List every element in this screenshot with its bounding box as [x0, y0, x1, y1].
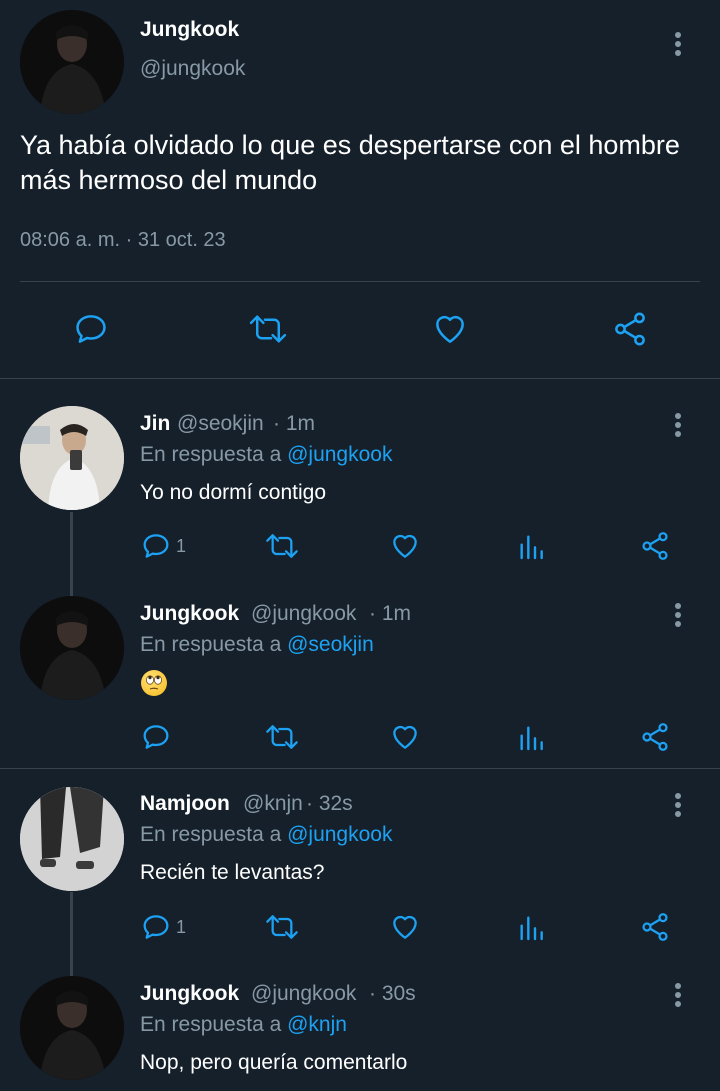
- avatar[interactable]: [20, 406, 124, 510]
- reply-button[interactable]: 1: [140, 530, 186, 562]
- reply-text: Recién te levantas?: [140, 861, 325, 884]
- like-button[interactable]: [388, 530, 422, 562]
- retweet-button[interactable]: [264, 911, 300, 943]
- retweet-icon: [249, 315, 287, 343]
- share-icon: [642, 532, 668, 560]
- mention-link[interactable]: @seokjin: [287, 633, 374, 656]
- author-name[interactable]: Jungkook: [140, 602, 239, 626]
- tweet-timestamp: 08:06 a. m. · 31 oct. 23: [20, 229, 226, 251]
- mention-link[interactable]: @jungkook: [287, 823, 392, 846]
- rolling-eyes-emoji: [141, 670, 167, 696]
- analytics-icon: [520, 535, 543, 560]
- avatar[interactable]: [20, 787, 124, 891]
- retweet-icon: [266, 915, 298, 939]
- retweet-icon: [266, 725, 298, 749]
- avatar[interactable]: [20, 596, 124, 700]
- in-reply-to: En respuesta a @knjn: [140, 1013, 347, 1036]
- reply-icon: [143, 725, 169, 749]
- avatar-photo: [20, 10, 124, 114]
- in-reply-to: En respuesta a @jungkook: [140, 443, 393, 466]
- like-button[interactable]: [430, 310, 470, 348]
- heart-icon: [436, 315, 464, 343]
- heart-icon: [393, 534, 417, 558]
- retweet-button[interactable]: [264, 530, 300, 562]
- share-icon: [642, 723, 668, 751]
- like-button[interactable]: [388, 911, 422, 943]
- avatar-photo: [20, 406, 124, 510]
- analytics-button[interactable]: [515, 530, 547, 562]
- reply-text: Nop, pero quería comentarlo: [140, 1051, 408, 1074]
- author-handle[interactable]: @knjn: [243, 792, 303, 816]
- tweet-text: Ya había olvidado lo que es despertarse …: [20, 130, 680, 195]
- heart-icon: [393, 915, 417, 939]
- reply-button[interactable]: [72, 310, 110, 348]
- author-name[interactable]: Jungkook: [140, 18, 239, 42]
- share-icon: [615, 312, 645, 346]
- share-button[interactable]: [638, 721, 672, 753]
- reply-icon: [143, 915, 169, 939]
- author-handle[interactable]: @jungkook: [251, 982, 356, 1006]
- avatar-photo: [20, 976, 124, 1080]
- reply-tweet[interactable]: Jungkook @jungkook · 1m En respuesta a @…: [0, 570, 720, 768]
- mention-link[interactable]: @jungkook: [287, 443, 392, 466]
- retweet-button[interactable]: [248, 310, 288, 348]
- author-handle[interactable]: @seokjin: [177, 412, 264, 436]
- avatar-photo: [20, 787, 124, 891]
- author-name[interactable]: Namjoon: [140, 792, 230, 816]
- author-name[interactable]: Jungkook: [140, 982, 239, 1006]
- divider: [20, 281, 700, 282]
- reply-button[interactable]: [140, 721, 172, 753]
- mention-link[interactable]: @knjn: [287, 1013, 347, 1036]
- share-button[interactable]: [610, 310, 650, 348]
- author-name[interactable]: Jin: [140, 412, 170, 436]
- author-handle[interactable]: @jungkook: [251, 602, 356, 626]
- analytics-icon: [520, 916, 543, 941]
- reply-time: · 30s: [369, 982, 416, 1005]
- reply-time: · 1m: [273, 412, 315, 435]
- share-button[interactable]: [638, 911, 672, 943]
- share-icon: [642, 913, 668, 941]
- more-vertical-icon[interactable]: [666, 980, 690, 1010]
- avatar[interactable]: [20, 10, 124, 114]
- main-tweet: Jungkook @jungkook Ya había olvidado lo …: [0, 0, 720, 378]
- more-vertical-icon[interactable]: [666, 790, 690, 820]
- like-button[interactable]: [388, 721, 422, 753]
- reply-count: 1: [176, 535, 187, 556]
- reply-tweet[interactable]: Namjoon @knjn · 32s En respuesta a @jung…: [0, 769, 720, 960]
- reply-text: Yo no dormí contigo: [140, 481, 327, 504]
- analytics-button[interactable]: [515, 911, 547, 943]
- reply-tweet[interactable]: Jin @seokjin · 1m En respuesta a @jungko…: [0, 379, 720, 570]
- reply-icon: [143, 534, 169, 558]
- avatar[interactable]: [20, 976, 124, 1080]
- reply-tweet[interactable]: Jungkook @jungkook · 30s En respuesta a …: [0, 960, 720, 1091]
- reply-time: · 32s: [306, 792, 353, 815]
- analytics-icon: [520, 726, 543, 751]
- more-vertical-icon[interactable]: [666, 29, 690, 59]
- more-vertical-icon[interactable]: [666, 600, 690, 630]
- retweet-icon: [266, 534, 298, 558]
- heart-icon: [393, 725, 417, 749]
- share-button[interactable]: [638, 530, 672, 562]
- avatar-photo: [20, 596, 124, 700]
- more-vertical-icon[interactable]: [666, 410, 690, 440]
- reply-count: 1: [176, 916, 187, 937]
- reply-button[interactable]: 1: [140, 911, 186, 943]
- reply-time: · 1m: [369, 602, 411, 625]
- reply-icon: [76, 315, 106, 343]
- in-reply-to: En respuesta a @seokjin: [140, 633, 374, 656]
- analytics-button[interactable]: [515, 721, 547, 753]
- retweet-button[interactable]: [264, 721, 300, 753]
- author-handle[interactable]: @jungkook: [140, 57, 245, 81]
- in-reply-to: En respuesta a @jungkook: [140, 823, 393, 846]
